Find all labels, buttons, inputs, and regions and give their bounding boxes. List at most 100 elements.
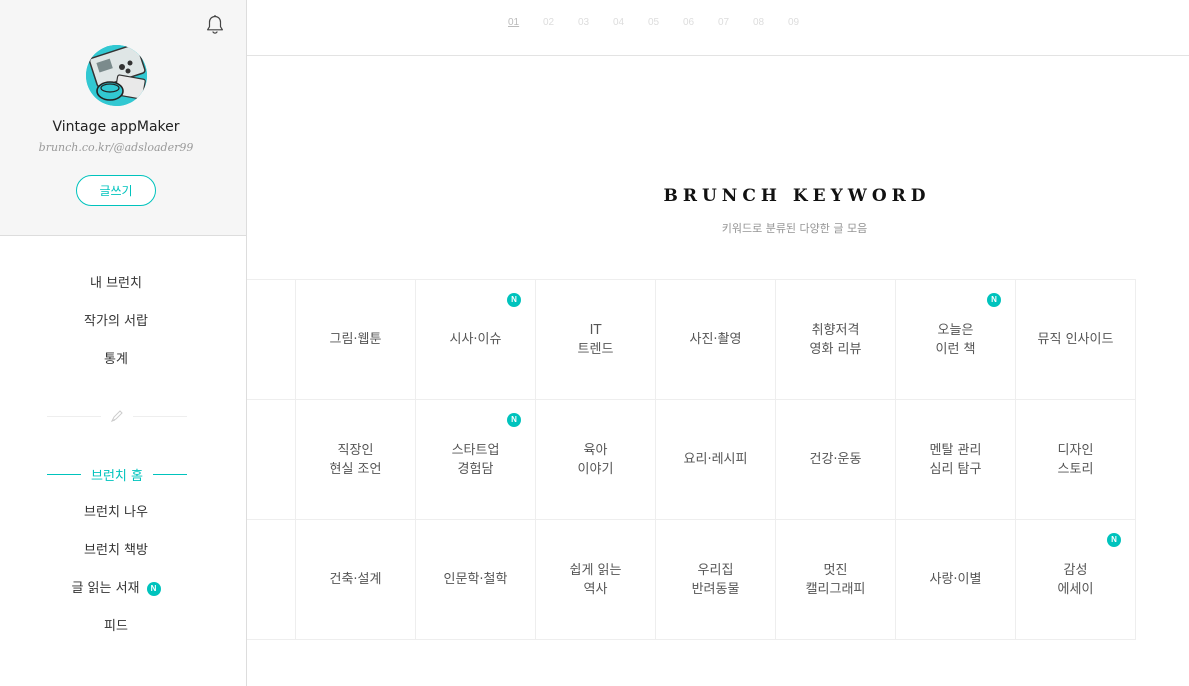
keyword-label: 오늘은 bbox=[937, 322, 974, 338]
sidebar-item-brunch-now[interactable]: 브런치 나우 bbox=[0, 503, 232, 541]
keyword-label: 요리·레시피 bbox=[683, 452, 748, 467]
sidebar-divider bbox=[47, 406, 187, 426]
keyword-cell[interactable]: 디자인스토리 bbox=[1016, 400, 1136, 520]
page-link[interactable]: 02 bbox=[543, 17, 578, 28]
sidebar-item-label: 브런치 홈 bbox=[91, 468, 143, 484]
keyword-cell[interactable]: 직장인현실 조언 bbox=[296, 400, 416, 520]
sidebar-item-label: 작가의 서랍 bbox=[84, 314, 148, 329]
keyword-cell[interactable]: 사진·촬영 bbox=[656, 280, 776, 400]
new-badge: N bbox=[507, 413, 521, 427]
keyword-label: 사랑·이별 bbox=[929, 572, 982, 587]
home-line-right bbox=[152, 473, 187, 475]
keyword-cell[interactable]: 쉽게 읽는역사 bbox=[536, 520, 656, 640]
sidebar: Vintage appMaker brunch.co.kr/@adsloader… bbox=[0, 0, 247, 686]
keyword-subtitle: 키워드로 분류된 다양한 글 모음 bbox=[721, 222, 868, 235]
sidebar-item-brunch-home[interactable]: 브런치 홈 bbox=[47, 464, 187, 484]
keyword-cell[interactable]: 요리·레시피 bbox=[656, 400, 776, 520]
page-link[interactable]: 07 bbox=[718, 17, 753, 28]
keyword-label: 스타트업 bbox=[451, 442, 500, 458]
keyword-grid: 바퀴행그림·웹툰시사·이슈NIT트렌드사진·촬영취향저격영화 리뷰오늘은이런 책… bbox=[175, 279, 1136, 640]
page-link[interactable]: 06 bbox=[683, 17, 718, 28]
page-link[interactable]: 01 bbox=[508, 17, 543, 28]
keyword-cell[interactable]: 스타트업경험담 N bbox=[416, 400, 536, 520]
sidebar-item-drawer[interactable]: 작가의 서랍 bbox=[0, 312, 232, 350]
keyword-cell[interactable]: 인문학·철학 bbox=[416, 520, 536, 640]
profile-panel: Vintage appMaker brunch.co.kr/@adsloader… bbox=[0, 0, 246, 236]
keyword-label: 디자인 bbox=[1057, 442, 1094, 458]
keyword-cell[interactable]: IT 트렌드 bbox=[536, 280, 656, 400]
sidebar-item-stats[interactable]: 통계 bbox=[0, 350, 232, 388]
page-link[interactable]: 03 bbox=[578, 17, 613, 28]
keyword-label: 건축·설계 bbox=[329, 572, 382, 587]
keyword-label: 쉽게 읽는 bbox=[569, 562, 622, 578]
keyword-cell[interactable]: 뮤직 인사이드 bbox=[1016, 280, 1136, 400]
keyword-label: 트렌드 bbox=[577, 341, 614, 357]
keyword-label: 시사·이슈 bbox=[449, 332, 502, 347]
page-link[interactable]: 04 bbox=[613, 17, 648, 28]
sidebar-item-reading-library[interactable]: 글 읽는 서재 N bbox=[0, 579, 232, 617]
keyword-label: 멋진 bbox=[823, 562, 848, 578]
profile-url[interactable]: brunch.co.kr/@adsloader99 bbox=[0, 141, 232, 154]
keyword-cell[interactable]: 오늘은이런 책 N bbox=[896, 280, 1016, 400]
keyword-cell[interactable]: 우리집반려동물 bbox=[656, 520, 776, 640]
keyword-label: 그림·웹툰 bbox=[329, 332, 382, 347]
sidebar-menu-bottom: 브런치 나우 브런치 책방 글 읽는 서재 N 피드 bbox=[0, 503, 232, 655]
keyword-cell[interactable]: 멋진캘리그래피 bbox=[776, 520, 896, 640]
keyword-label: 직장인 bbox=[337, 442, 374, 458]
keyword-label: 에세이 bbox=[1057, 581, 1094, 597]
keyword-label: 스토리 bbox=[1057, 461, 1094, 477]
keyword-label: 경험담 bbox=[457, 461, 494, 477]
write-button[interactable]: 글쓰기 bbox=[76, 175, 156, 206]
profile-name: Vintage appMaker bbox=[52, 119, 180, 135]
keyword-label: 반려동물 bbox=[691, 581, 740, 597]
keyword-cell[interactable]: 멘탈 관리 심리 탐구 bbox=[896, 400, 1016, 520]
keyword-cell[interactable]: 육아이야기 bbox=[536, 400, 656, 520]
avatar[interactable] bbox=[86, 45, 147, 106]
keyword-label: 사진·촬영 bbox=[689, 332, 742, 347]
keyword-label: 역사 bbox=[583, 581, 608, 597]
avatar-illustration bbox=[86, 45, 147, 106]
page-link[interactable]: 08 bbox=[753, 17, 788, 28]
keyword-label: 건강·운동 bbox=[809, 452, 862, 467]
keyword-label: 뮤직 인사이드 bbox=[1037, 332, 1114, 347]
divider-line bbox=[133, 416, 187, 417]
keyword-cell[interactable]: 그림·웹툰 bbox=[296, 280, 416, 400]
sidebar-item-bookstore[interactable]: 브런치 책방 bbox=[0, 541, 232, 579]
keyword-label: 이런 책 bbox=[935, 341, 976, 357]
sidebar-item-my-brunch[interactable]: 내 브런치 bbox=[0, 274, 232, 312]
keyword-label: 감성 bbox=[1063, 562, 1088, 578]
pagination: 01 02 03 04 05 06 07 08 09 bbox=[508, 17, 823, 28]
keyword-label: 육아 bbox=[583, 442, 608, 458]
bell-icon[interactable] bbox=[205, 14, 225, 36]
keyword-cell[interactable]: 감성에세이 N bbox=[1016, 520, 1136, 640]
sidebar-item-label: 글 읽는 서재 bbox=[71, 581, 140, 596]
new-badge: N bbox=[987, 293, 1001, 307]
new-badge: N bbox=[1107, 533, 1121, 547]
pen-icon bbox=[110, 410, 123, 423]
keyword-label: 심리 탐구 bbox=[929, 461, 982, 477]
page-link[interactable]: 09 bbox=[788, 17, 823, 28]
sidebar-item-feed[interactable]: 피드 bbox=[0, 617, 232, 655]
keyword-cell[interactable]: 취향저격영화 리뷰 bbox=[776, 280, 896, 400]
keyword-label: 우리집 bbox=[697, 562, 734, 578]
keyword-title: BRUNCH KEYWORD bbox=[663, 186, 931, 206]
keyword-label: 영화 리뷰 bbox=[809, 341, 862, 357]
keyword-cell[interactable]: 건강·운동 bbox=[776, 400, 896, 520]
new-badge: N bbox=[507, 293, 521, 307]
sidebar-item-label: 브런치 책방 bbox=[84, 543, 148, 558]
keyword-cell[interactable]: 사랑·이별 bbox=[896, 520, 1016, 640]
page-link[interactable]: 05 bbox=[648, 17, 683, 28]
new-badge: N bbox=[146, 582, 161, 596]
divider-line bbox=[47, 416, 101, 417]
keyword-label: 취향저격 bbox=[811, 322, 860, 338]
keyword-label: 캘리그래피 bbox=[805, 581, 866, 597]
sidebar-menu-top: 내 브런치 작가의 서랍 통계 bbox=[0, 274, 232, 388]
keyword-label: 인문학·철학 bbox=[443, 572, 508, 587]
keyword-label: 이야기 bbox=[577, 461, 614, 477]
keyword-label: 현실 조언 bbox=[329, 461, 382, 477]
sidebar-item-label: 내 브런치 bbox=[90, 276, 142, 291]
keyword-cell[interactable]: 건축·설계 bbox=[296, 520, 416, 640]
sidebar-item-label: 브런치 나우 bbox=[84, 505, 148, 520]
home-line-left bbox=[47, 473, 81, 475]
keyword-cell[interactable]: 시사·이슈 N bbox=[416, 280, 536, 400]
